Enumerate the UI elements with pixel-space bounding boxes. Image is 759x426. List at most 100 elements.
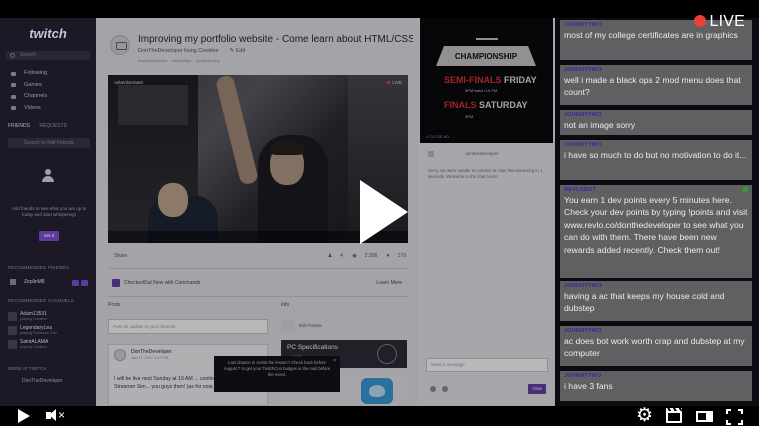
edit-panels-toggle[interactable] bbox=[281, 321, 295, 331]
play-icon[interactable] bbox=[18, 409, 30, 423]
chat-message: JOHNNYTWO ac does bot work worth crap an… bbox=[560, 326, 752, 366]
tab-friends[interactable]: FRIENDS bbox=[8, 123, 30, 129]
stream-stats: ♟ 4 ◉ 2,926 ♥ 179 bbox=[320, 253, 406, 259]
whisper-icon[interactable] bbox=[81, 280, 88, 286]
tab-requests[interactable]: REQUESTS bbox=[39, 123, 67, 129]
clip-icon[interactable] bbox=[666, 408, 684, 424]
avatar bbox=[8, 340, 17, 349]
gear-icon[interactable]: ⚙ bbox=[636, 406, 654, 425]
tag[interactable]: #programming bbox=[196, 59, 219, 63]
chat-username[interactable]: REVLOBOT bbox=[564, 187, 748, 194]
chat-text: having a ac that keeps my house cold and… bbox=[564, 291, 725, 314]
chat-message: JOHNNYTWO having a ac that keeps my hous… bbox=[560, 281, 752, 321]
chat-username[interactable]: JOHNNYTWO bbox=[564, 373, 748, 380]
view-count: 2,926 bbox=[364, 253, 378, 259]
edit-link[interactable]: Edit bbox=[236, 48, 245, 54]
add-friend-icon[interactable] bbox=[72, 280, 79, 286]
search-icon bbox=[10, 53, 15, 58]
divider bbox=[108, 296, 408, 297]
avatar bbox=[8, 326, 17, 335]
commands-promo: CheckedOut Now with Commands Learn More bbox=[108, 276, 408, 290]
info-label: Info bbox=[281, 302, 290, 308]
current-user[interactable]: DonTheDeveloper bbox=[8, 378, 92, 394]
channel-name[interactable]: DonTheDeveloper bbox=[138, 48, 183, 54]
chat-username[interactable]: JOHNNYTWO bbox=[564, 328, 748, 335]
theatre-mode-icon[interactable] bbox=[696, 408, 714, 424]
championship-emblem-icon bbox=[476, 26, 498, 40]
live-label: LIVE bbox=[709, 13, 745, 30]
channel-logo[interactable] bbox=[110, 35, 130, 55]
chat-message: JOHNNYTWO not an image sorry bbox=[560, 110, 752, 135]
bot-badge-icon bbox=[743, 187, 748, 192]
chat-list-icon[interactable] bbox=[442, 386, 448, 392]
chat-text: not an image sorry bbox=[564, 120, 636, 130]
tag[interactable]: #webdevelopment bbox=[138, 59, 167, 63]
sidebar-item-games[interactable]: Games bbox=[8, 80, 92, 92]
stream-tags: #webdevelopment #webdesign #programming bbox=[138, 59, 224, 63]
close-icon[interactable]: × bbox=[333, 358, 336, 364]
sidebar-item-videos[interactable]: Videos bbox=[8, 103, 92, 115]
twitch-logo[interactable]: twitch bbox=[28, 26, 68, 41]
video-live-label: LIVE bbox=[387, 80, 402, 85]
more-at-twitch-label[interactable]: MORE AT TWITCH bbox=[8, 366, 47, 371]
chat-overlay: JOHNNYTWO most of my college certificate… bbox=[558, 18, 759, 406]
viewer-icon: ♟ bbox=[327, 253, 333, 259]
chat-username[interactable]: JOHNNYTWO bbox=[564, 283, 748, 290]
sidebar-item-label: Following bbox=[24, 70, 48, 76]
stream-category[interactable]: living Creative bbox=[184, 48, 219, 54]
recommended-friend-item[interactable]: ZeplinM8 bbox=[8, 276, 92, 288]
settings-icon[interactable] bbox=[428, 151, 434, 157]
chat-text: i have 3 fans bbox=[564, 381, 613, 391]
player-controls: × ⚙ bbox=[0, 406, 759, 426]
channel-item[interactable]: LegendaryLea playing Pokémon Sun bbox=[8, 325, 92, 337]
learn-more-link[interactable]: Learn More bbox=[376, 280, 402, 286]
post-input[interactable]: Post an update to your channel... bbox=[108, 319, 268, 334]
promo-time: 5PM twitch 10 PM bbox=[465, 88, 498, 93]
close-ad-link[interactable]: x CLOSE AD bbox=[426, 134, 449, 139]
championship-promo[interactable]: CHAMPIONSHIP SEMI-FINALS FRIDAY 5PM twit… bbox=[420, 18, 553, 143]
promo-time: 4PM bbox=[465, 114, 474, 119]
stream-title: Improving my portfolio website - Come le… bbox=[138, 34, 413, 45]
search-friends-input[interactable]: Search to Add Friends bbox=[8, 138, 90, 148]
recommended-friend-name: ZeplinM8 bbox=[24, 279, 45, 285]
chat-send-button[interactable]: Chat bbox=[528, 384, 546, 394]
commands-promo-text: CheckedOut Now with Commands bbox=[124, 280, 201, 286]
promo-day: SATURDAY bbox=[479, 100, 528, 110]
gamepad-icon bbox=[11, 83, 16, 87]
mute-icon[interactable]: × bbox=[46, 408, 65, 424]
sidebar-item-following[interactable]: Following bbox=[8, 68, 92, 80]
follower-count: 179 bbox=[397, 253, 406, 259]
channels-icon bbox=[11, 94, 16, 99]
avatar bbox=[10, 279, 16, 285]
big-play-button[interactable] bbox=[360, 180, 408, 244]
sidebar-search-input[interactable]: Search bbox=[6, 51, 90, 60]
video-icon bbox=[11, 106, 16, 110]
channel-item[interactable]: SaintALAMA playing Creative bbox=[8, 339, 92, 351]
chat-message: REVLOBOT You earn 1 dev points every 5 m… bbox=[560, 185, 752, 278]
channel-game: playing Creative bbox=[20, 317, 48, 321]
promo-line-semifinals: SEMI-FINALS FRIDAY bbox=[444, 75, 537, 85]
chat-username[interactable]: JOHNNYTWO bbox=[564, 112, 748, 119]
fullscreen-icon[interactable] bbox=[726, 408, 744, 425]
chat-text: You earn 1 dev points every 5 minutes he… bbox=[564, 195, 748, 255]
chat-room-name: donthedeveloper bbox=[465, 151, 499, 157]
live-badge: LIVE bbox=[693, 13, 746, 31]
share-button[interactable]: Share bbox=[114, 253, 127, 259]
twitch-sidebar: twitch Search Following Games Channels V… bbox=[0, 18, 96, 406]
stream-subline: DonTheDeveloper living Creative · ✎ Edit bbox=[138, 48, 246, 54]
chat-settings-icon[interactable] bbox=[430, 386, 436, 392]
ad-column: CHAMPIONSHIP SEMI-FINALS FRIDAY 5PM twit… bbox=[418, 18, 555, 406]
chat-text: ac does bot work worth crap and dubstep … bbox=[564, 336, 745, 359]
post-author[interactable]: DonTheDeveloper bbox=[131, 349, 172, 355]
chat-username[interactable]: JOHNNYTWO bbox=[564, 67, 748, 74]
channel-game: playing Creative bbox=[20, 345, 48, 349]
chat-username[interactable]: JOHNNYTWO bbox=[564, 142, 748, 149]
sidebar-nav: Following Games Channels Videos bbox=[8, 68, 92, 114]
set-it-button[interactable]: Set it bbox=[39, 231, 59, 241]
friends-message: Add friends to see what you are up to to… bbox=[11, 206, 87, 217]
promo-line-finals: FINALS SATURDAY bbox=[444, 100, 528, 110]
chat-message-input[interactable]: Send a message bbox=[426, 358, 548, 372]
tag[interactable]: #webdesign bbox=[172, 59, 191, 63]
sidebar-item-channels[interactable]: Channels bbox=[8, 91, 92, 103]
channel-item[interactable]: Adam13531 playing Creative bbox=[8, 311, 92, 323]
